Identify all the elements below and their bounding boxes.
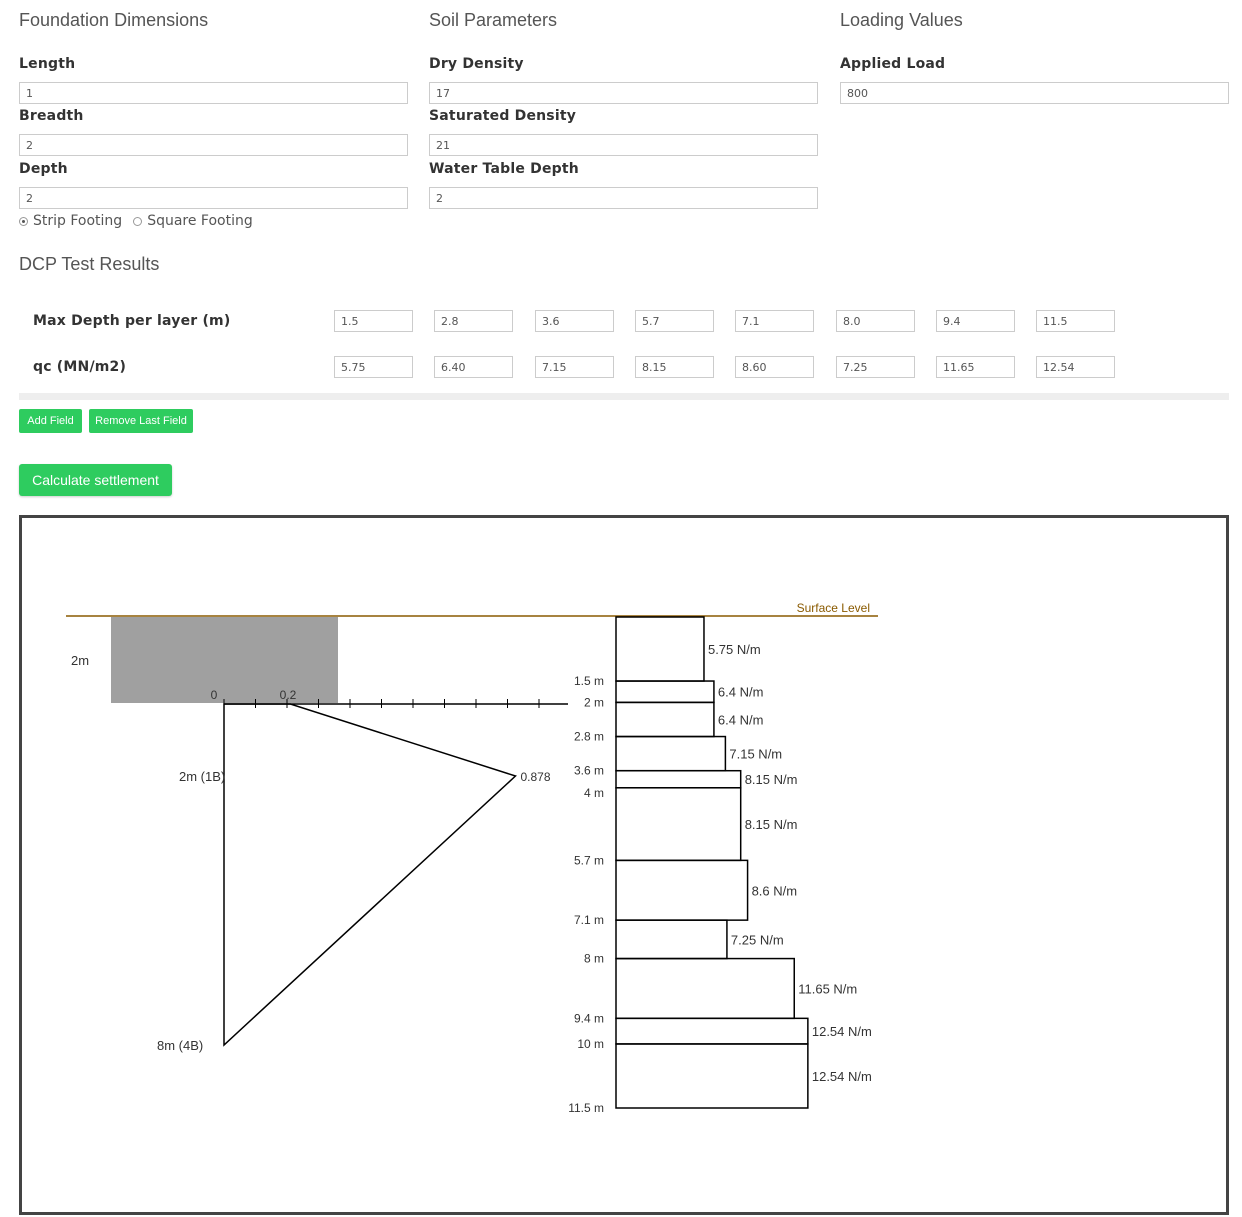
applied-load-input[interactable] — [840, 82, 1229, 104]
depth-mark-label: 10 m — [577, 1037, 604, 1051]
qc-input-5[interactable] — [735, 356, 814, 378]
depth-mark-label: 2.8 m — [574, 730, 604, 744]
dcp-layer-label: 8.6 N/m — [752, 883, 798, 898]
dcp-layer-label: 8.15 N/m — [745, 772, 798, 787]
qc-input-7[interactable] — [936, 356, 1015, 378]
dcp-layer-bar — [615, 616, 705, 682]
dcp-layer-bar — [615, 859, 749, 921]
max-depth-input-8[interactable] — [1036, 310, 1115, 332]
remove-last-field-button[interactable]: Remove Last Field — [89, 409, 193, 433]
iz-peak-label: 0.878 — [520, 770, 550, 784]
foundation-title: Foundation Dimensions — [19, 10, 209, 30]
length-label: Length — [19, 56, 76, 72]
soil-title: Soil Parameters — [429, 10, 558, 30]
bottom-depth-label: 8m (4B) — [157, 1038, 203, 1053]
max-depth-input-1[interactable] — [334, 310, 413, 332]
depth-mark-label: 5.7 m — [574, 853, 604, 867]
depth-mark-label: 11.5 m — [568, 1101, 604, 1115]
max-depth-input-4[interactable] — [635, 310, 714, 332]
qc-input-4[interactable] — [635, 356, 714, 378]
depth-mark-label: 4 m — [584, 786, 604, 800]
footing-type-group: Strip Footing Square Footing — [19, 213, 253, 229]
dcp-layer-label: 12.54 N/m — [812, 1024, 872, 1039]
dcp-layer-bar — [615, 735, 727, 772]
dcp-layer-bar — [615, 919, 728, 960]
max-depth-input-2[interactable] — [434, 310, 513, 332]
dcp-layer-label: 5.75 N/m — [708, 642, 761, 657]
depth-mark-label: 2 m — [584, 695, 604, 709]
dcp-layer-bar — [615, 1017, 809, 1045]
strip-footing-label[interactable]: Strip Footing — [33, 213, 122, 229]
dcp-divider — [19, 393, 1229, 400]
dcp-layer-bar — [615, 701, 715, 738]
water-table-label: Water Table Depth — [429, 161, 579, 177]
water-table-input[interactable] — [429, 187, 818, 209]
qc-input-3[interactable] — [535, 356, 614, 378]
depth-mark-label: 3.6 m — [574, 764, 604, 778]
square-footing-label[interactable]: Square Footing — [147, 213, 253, 229]
dcp-layer-label: 6.4 N/m — [718, 685, 764, 700]
dcp-layer-bar — [615, 787, 742, 862]
dcp-layer-label: 6.4 N/m — [718, 712, 764, 727]
surface-level-label: Surface Level — [797, 601, 870, 615]
add-field-button[interactable]: Add Field — [19, 409, 82, 433]
footing-block — [111, 617, 338, 703]
settlement-diagram-canvas: Surface Level 2m 0 0.2 0.878 2m (1B) 8m (4B) 5.… — [19, 515, 1229, 1215]
square-footing-radio[interactable] — [133, 216, 143, 226]
breadth-input[interactable] — [19, 134, 408, 156]
dcp-layer-bar — [615, 957, 795, 1020]
saturated-density-input[interactable] — [429, 134, 818, 156]
applied-load-label: Applied Load — [840, 56, 946, 72]
strain-influence-diagram — [223, 703, 517, 1047]
dcp-layer-label: 8.15 N/m — [745, 817, 798, 832]
loading-title: Loading Values — [840, 10, 963, 30]
dcp-title: DCP Test Results — [19, 254, 160, 274]
dcp-layer-label: 7.15 N/m — [729, 747, 782, 762]
dcp-layer-bar — [615, 1043, 809, 1109]
iz-axis-min-label: 0 — [211, 688, 218, 702]
max-depth-row-label: Max Depth per layer (m) — [33, 313, 231, 329]
dry-density-label: Dry Density — [429, 56, 524, 72]
qc-input-8[interactable] — [1036, 356, 1115, 378]
dcp-layer-bar — [615, 769, 742, 789]
depth-mark-label: 8 m — [584, 952, 604, 966]
max-depth-input-6[interactable] — [836, 310, 915, 332]
iz-axis-tick-label: 0.2 — [280, 688, 297, 702]
qc-row-label: qc (MN/m2) — [33, 359, 127, 375]
max-depth-input-5[interactable] — [735, 310, 814, 332]
depth-label: Depth — [19, 161, 68, 177]
strip-footing-radio[interactable] — [19, 216, 28, 226]
saturated-density-label: Saturated Density — [429, 108, 577, 124]
max-depth-input-3[interactable] — [535, 310, 614, 332]
calculate-settlement-button[interactable]: Calculate settlement — [19, 464, 172, 496]
settlement-diagram: Surface Level 2m 0 0.2 0.878 2m (1B) 8m (4B) 5.… — [66, 601, 878, 1115]
dcp-layer-label: 12.54 N/m — [812, 1069, 872, 1084]
dcp-layer-bar — [615, 680, 715, 704]
qc-input-2[interactable] — [434, 356, 513, 378]
depth-mark-label: 9.4 m — [574, 1011, 604, 1025]
qc-input-1[interactable] — [334, 356, 413, 378]
max-depth-input-7[interactable] — [936, 310, 1015, 332]
footing-depth-label: 2m — [71, 653, 89, 668]
dry-density-input[interactable] — [429, 82, 818, 104]
depth-mark-label: 7.1 m — [574, 913, 604, 927]
qc-input-6[interactable] — [836, 356, 915, 378]
depth-mark-label: 1.5 m — [574, 674, 604, 688]
length-input[interactable] — [19, 82, 408, 104]
dcp-layer-label: 11.65 N/m — [798, 981, 857, 996]
breadth-label: Breadth — [19, 108, 84, 124]
peak-depth-label: 2m (1B) — [179, 769, 225, 784]
dcp-layer-label: 7.25 N/m — [731, 932, 784, 947]
depth-input[interactable] — [19, 187, 408, 209]
